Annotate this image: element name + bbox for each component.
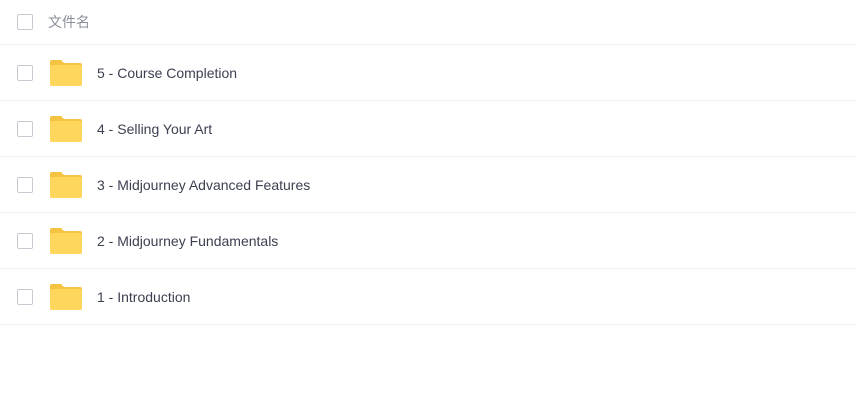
folder-icon	[50, 171, 82, 198]
folder-icon	[50, 283, 82, 310]
folder-icon	[50, 115, 82, 142]
folder-name[interactable]: 5 - Course Completion	[97, 65, 237, 81]
folder-name[interactable]: 1 - Introduction	[97, 289, 190, 305]
file-list: 文件名 5 - Course Completion 4 - Selling Yo…	[0, 0, 855, 325]
file-list-header: 文件名	[0, 0, 855, 45]
file-row[interactable]: 5 - Course Completion	[0, 45, 855, 101]
select-all-checkbox[interactable]	[17, 14, 33, 30]
file-row[interactable]: 3 - Midjourney Advanced Features	[0, 157, 855, 213]
folder-name[interactable]: 4 - Selling Your Art	[97, 121, 212, 137]
file-row[interactable]: 1 - Introduction	[0, 269, 855, 325]
file-row[interactable]: 4 - Selling Your Art	[0, 101, 855, 157]
filename-column-header[interactable]: 文件名	[48, 12, 90, 32]
row-checkbox[interactable]	[17, 64, 33, 81]
file-row[interactable]: 2 - Midjourney Fundamentals	[0, 213, 855, 269]
folder-icon	[50, 227, 82, 254]
row-checkbox[interactable]	[17, 176, 33, 193]
folder-name[interactable]: 3 - Midjourney Advanced Features	[97, 177, 310, 193]
folder-icon	[50, 59, 82, 86]
row-checkbox[interactable]	[17, 232, 33, 249]
folder-name[interactable]: 2 - Midjourney Fundamentals	[97, 233, 278, 249]
row-checkbox[interactable]	[17, 120, 33, 137]
row-checkbox[interactable]	[17, 288, 33, 305]
